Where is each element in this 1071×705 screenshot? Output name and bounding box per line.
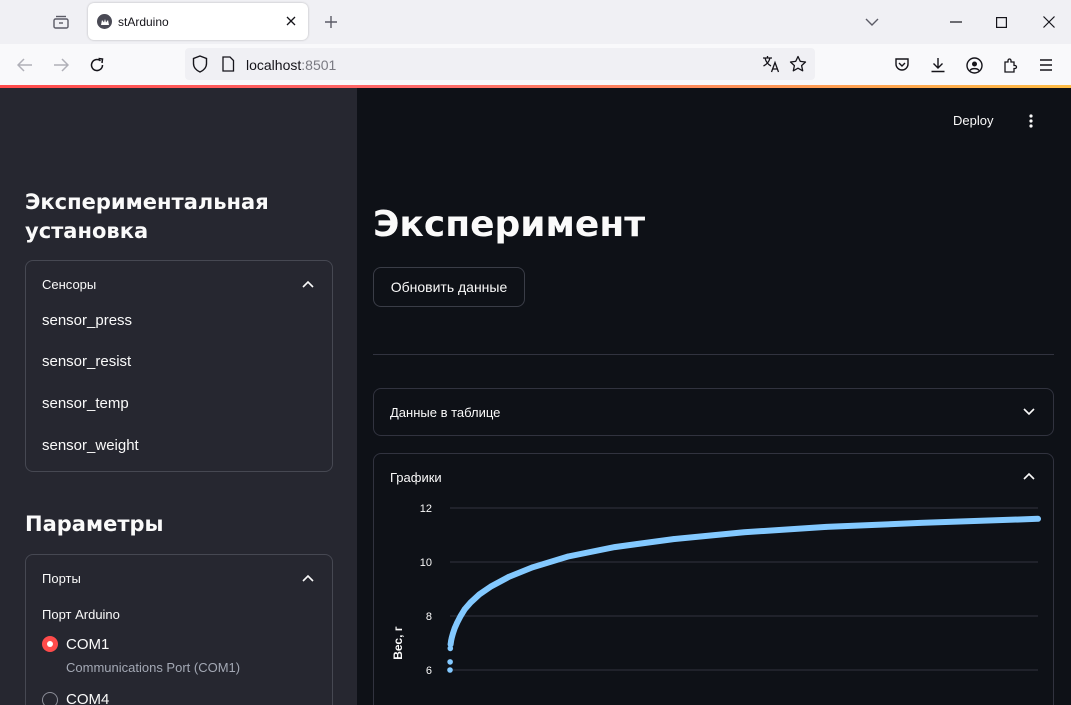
chevron-up-icon[interactable] — [1021, 468, 1037, 484]
account-icon[interactable] — [961, 52, 987, 78]
sensors-expander-title: Сенсоры — [42, 277, 97, 292]
refresh-data-button[interactable]: Обновить данные — [373, 267, 525, 307]
shield-icon[interactable] — [192, 55, 208, 78]
charts-expander-title: Графики — [390, 470, 442, 485]
data-point — [564, 553, 571, 560]
port-label: Порт Arduino — [42, 607, 120, 622]
radio-option-caption: Communications Port (COM1) — [66, 660, 241, 675]
data-point — [1035, 516, 1041, 522]
bookmark-star-icon[interactable] — [789, 55, 807, 78]
data-point — [461, 606, 468, 613]
data-point — [823, 524, 830, 530]
data-point — [467, 599, 474, 606]
deploy-button[interactable]: Deploy — [953, 113, 993, 128]
sensors-expander-header[interactable]: Сенсоры — [26, 261, 332, 307]
ports-expander: Порты Порт Arduino COM1 Communications P… — [25, 554, 333, 705]
url-port: :8501 — [301, 57, 337, 73]
page-title: Эксперимент — [373, 204, 646, 245]
new-tab-icon[interactable] — [320, 11, 342, 33]
data-point — [488, 583, 494, 590]
y-axis-label: Вес, г — [391, 626, 405, 660]
radio-option-label: COM4 — [66, 691, 110, 705]
menu-hamburger-icon[interactable] — [1033, 52, 1059, 78]
sensor-item: sensor_press — [42, 312, 133, 329]
sensor-item: sensor_weight — [42, 437, 139, 454]
chevron-up-icon[interactable] — [300, 276, 316, 292]
data-point — [476, 591, 483, 598]
y-tick-label: 8 — [426, 611, 432, 623]
ports-expander-header[interactable]: Порты — [26, 555, 332, 601]
series-trace — [447, 515, 1041, 648]
radio-selected-icon[interactable] — [42, 636, 58, 652]
data-point — [447, 667, 453, 673]
data-point — [529, 564, 536, 571]
chevron-down-icon[interactable] — [1021, 404, 1037, 420]
pocket-icon[interactable] — [889, 52, 915, 78]
sensor-item: sensor_resist — [42, 353, 132, 370]
chevron-up-icon[interactable] — [300, 570, 316, 586]
url-text: localhost:8501 — [246, 57, 336, 73]
data-point — [450, 630, 456, 637]
url-bar[interactable]: localhost:8501 — [185, 48, 815, 80]
tab-overflow-chevron-down-icon[interactable] — [857, 8, 887, 36]
sidebar-heading-line1: Экспериментальная — [25, 190, 269, 214]
back-arrow-icon[interactable] — [12, 52, 38, 78]
sensors-expander: Сенсоры sensor_press sensor_resist senso… — [25, 260, 333, 472]
table-expander[interactable]: Данные в таблице — [373, 388, 1054, 436]
data-point — [451, 625, 458, 631]
charts-expander: Графики 4681012Вес, г — [373, 453, 1054, 705]
divider — [373, 354, 1054, 355]
translate-icon[interactable] — [762, 55, 780, 78]
data-point — [457, 613, 464, 619]
radio-option-label: COM1 — [66, 636, 110, 653]
sensor-item: sensor_temp — [42, 395, 129, 412]
close-tab-icon[interactable] — [282, 12, 300, 30]
data-point — [447, 659, 453, 665]
sidebar-heading: Экспериментальная установка — [25, 188, 269, 246]
forward-arrow-icon[interactable] — [48, 52, 74, 78]
data-point — [454, 619, 460, 626]
url-host: localhost — [246, 57, 302, 73]
tab-title: stArduino — [118, 15, 169, 29]
sidebar: Экспериментальная установка Сенсоры sens… — [0, 88, 357, 705]
radio-unselected-icon[interactable] — [42, 692, 58, 705]
maximize-icon[interactable] — [986, 8, 1016, 36]
y-tick-label: 12 — [420, 503, 432, 515]
main-content: Deploy Эксперимент Обновить данные Данны… — [357, 88, 1071, 705]
y-tick-label: 6 — [426, 665, 432, 677]
data-point — [506, 574, 512, 580]
params-heading: Параметры — [25, 512, 164, 536]
extensions-icon[interactable] — [997, 52, 1023, 78]
table-expander-title: Данные в таблице — [390, 405, 501, 420]
downloads-icon[interactable] — [925, 52, 951, 78]
tab-strip: stArduino — [0, 0, 1071, 44]
weight-chart: 4681012Вес, г — [391, 503, 1041, 677]
reload-icon[interactable] — [84, 52, 110, 78]
sidebar-heading-line2: установка — [25, 219, 149, 243]
data-point — [670, 536, 677, 542]
data-point — [611, 544, 618, 550]
page-icon[interactable] — [221, 56, 235, 77]
navigation-bar: localhost:8501 — [0, 44, 1071, 85]
y-tick-label: 10 — [420, 557, 432, 569]
browser-tab[interactable]: stArduino — [88, 3, 308, 40]
more-vertical-icon[interactable] — [1023, 112, 1039, 130]
minimize-icon[interactable] — [941, 8, 971, 36]
streamlit-favicon-icon — [97, 14, 112, 29]
close-window-icon[interactable] — [1034, 8, 1064, 36]
data-point — [917, 520, 924, 526]
tab-list-icon[interactable] — [48, 10, 74, 34]
charts-expander-header[interactable]: Графики — [374, 454, 1053, 498]
data-point — [741, 529, 747, 536]
ports-expander-title: Порты — [42, 571, 81, 586]
